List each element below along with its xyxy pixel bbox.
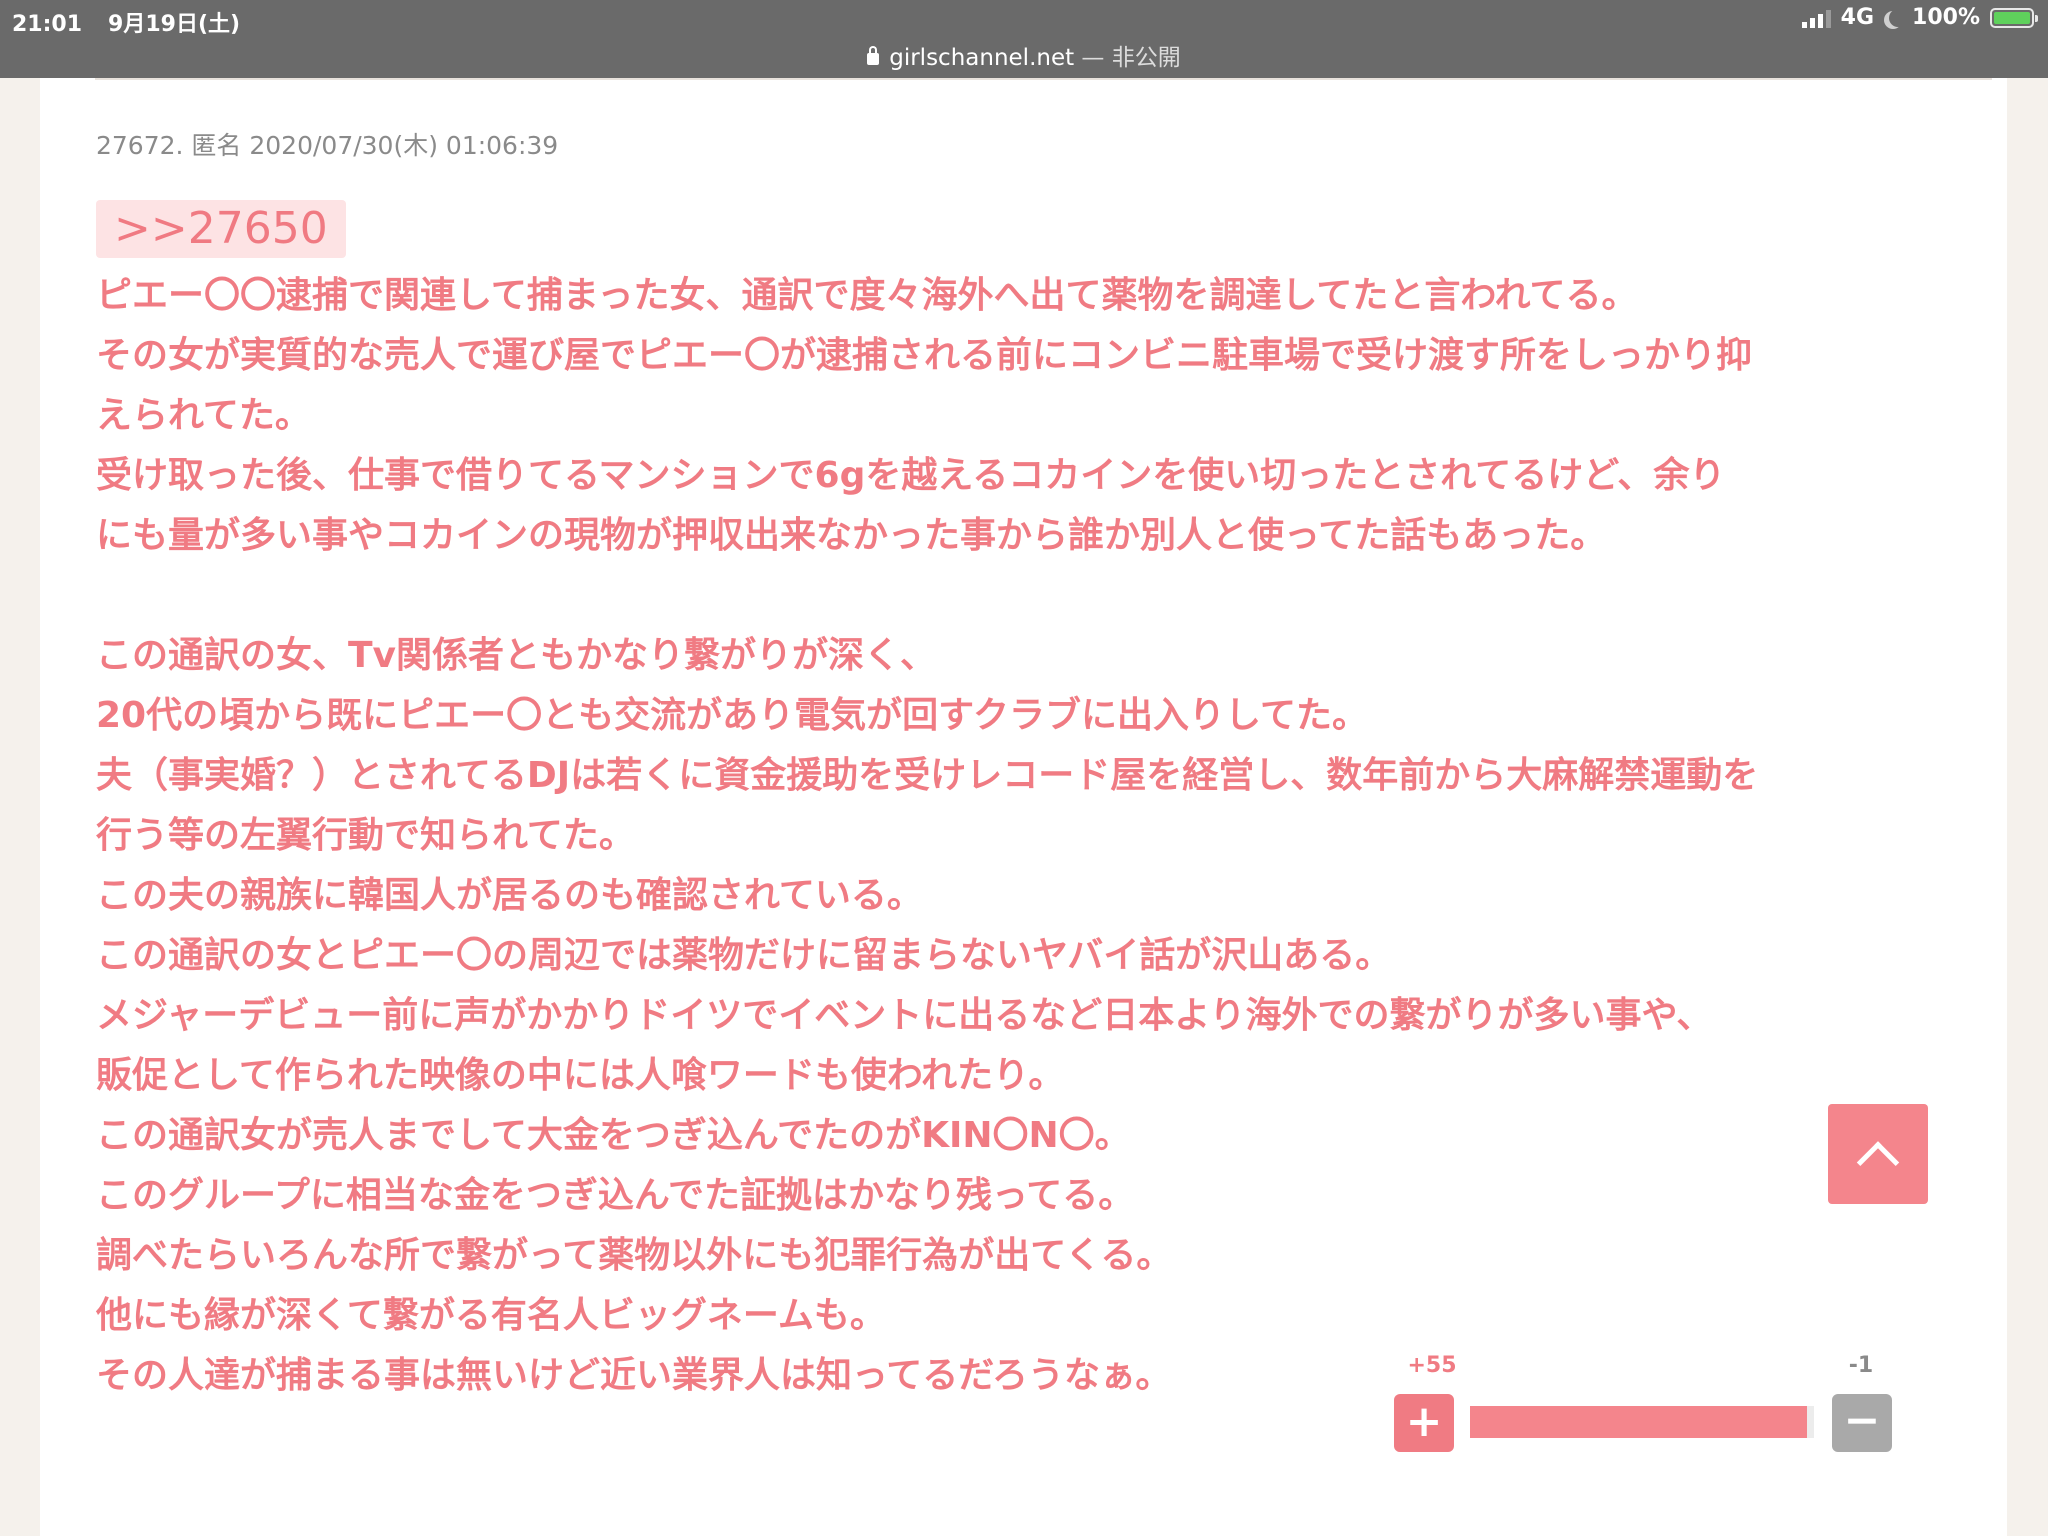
- comment-line: その人達が捕まる事は無いけど近い業界人は知ってるだろうなぁ。: [96, 1355, 1172, 1396]
- comment-meta: 27672. 匿名 2020/07/30(木) 01:06:39: [96, 131, 559, 160]
- comment-line: このグループに相当な金をつぎ込んでた証拠はかなり残ってる。: [96, 1175, 1135, 1216]
- comment-line: [96, 566, 1996, 626]
- comment-line: 他にも縁が深くて繋がる有名人ビッグネームも。: [96, 1295, 886, 1336]
- comment-line: えられてた。: [96, 395, 311, 436]
- battery-label: 100%: [1912, 5, 1980, 30]
- scroll-top-button[interactable]: [1828, 1104, 1928, 1204]
- comment-line: 受け取った後、仕事で借りてるマンションで6gを越えるコカインを使い切ったとされて…: [96, 455, 1726, 496]
- moon-icon: [1889, 9, 1907, 27]
- vote-minus-count: -1: [1848, 1353, 1874, 1378]
- comment-line: その女が実質的な売人で運び屋でピエー〇が逮捕される前にコンビニ駐車場で受け渡す所…: [96, 335, 1753, 376]
- comment-line: ピエー〇〇逮捕で関連して捕まった女、通訳で度々海外へ出て薬物を調達してたと言われ…: [96, 275, 1638, 316]
- vote-plus-count: +55: [1407, 1353, 1457, 1378]
- vote-ratio-bar: [1470, 1406, 1814, 1438]
- comment-line: この夫の親族に韓国人が居るのも確認されている。: [96, 875, 923, 916]
- battery-icon: [1990, 7, 2038, 28]
- vote-ratio-fill: [1470, 1406, 1808, 1438]
- status-time: 21:01: [12, 12, 83, 37]
- vote-plus-button[interactable]: +: [1394, 1394, 1454, 1452]
- comment-body: ピエー〇〇逮捕で関連して捕まった女、通訳で度々海外へ出て薬物を調達してたと言われ…: [96, 266, 1996, 1406]
- network-label: 4G: [1840, 5, 1875, 30]
- url-privacy-label: — 非公開: [1074, 45, 1181, 71]
- comment-line: この通訳女が売人までして大金をつぎ込んでたのがKIN〇N〇。: [96, 1115, 1131, 1156]
- divider: [95, 78, 1992, 80]
- lock-icon: [867, 46, 880, 65]
- comment-line: 20代の頃から既にピエー〇とも交流があり電気が回すクラブに出入りしてた。: [96, 695, 1368, 736]
- status-time-block: 21:01 9月19日(土): [12, 6, 240, 38]
- comment-line: 行う等の左翼行動で知られてた。: [96, 815, 635, 856]
- comment-line: 夫（事実婚？）とされてるDJは若くに資金援助を受けレコード屋を経営し、数年前から…: [96, 755, 1759, 796]
- reply-anchor-link[interactable]: >>27650: [96, 200, 346, 258]
- comment-line: 販促として作られた映像の中には人喰ワードも使われたり。: [96, 1055, 1065, 1096]
- comment-line: この通訳の女、Tv関係者ともかなり繋がりが深く、: [96, 635, 937, 676]
- status-bar: 21:01 9月19日(土) 4G 100% girlschannel.net —…: [0, 0, 2048, 78]
- url-bar[interactable]: girlschannel.net — 非公開: [0, 38, 2048, 72]
- battery-level: [1994, 11, 2030, 24]
- url-domain: girlschannel.net: [889, 45, 1075, 71]
- vote-minus-button[interactable]: −: [1832, 1394, 1892, 1452]
- comment-panel: 27672. 匿名 2020/07/30(木) 01:06:39 >>27650…: [40, 78, 2007, 1536]
- comment-line: にも量が多い事やコカインの現物が押収出来なかった事から誰か別人と使ってた話もあっ…: [96, 515, 1607, 556]
- comment-line: メジャーデビュー前に声がかかりドイツでイベントに出るなど日本より海外での繋がりが…: [96, 995, 1713, 1036]
- comment-line: 調べたらいろんな所で繋がって薬物以外にも犯罪行為が出てくる。: [96, 1235, 1173, 1276]
- signal-icon: [1801, 8, 1831, 28]
- status-indicators: 4G 100%: [1801, 5, 2038, 30]
- chevron-up-icon: [1856, 1141, 1900, 1184]
- status-date: 9月19日(土): [108, 12, 241, 37]
- comment-line: この通訳の女とピエー〇の周辺では薬物だけに留まらないヤバイ話が沢山ある。: [96, 935, 1392, 976]
